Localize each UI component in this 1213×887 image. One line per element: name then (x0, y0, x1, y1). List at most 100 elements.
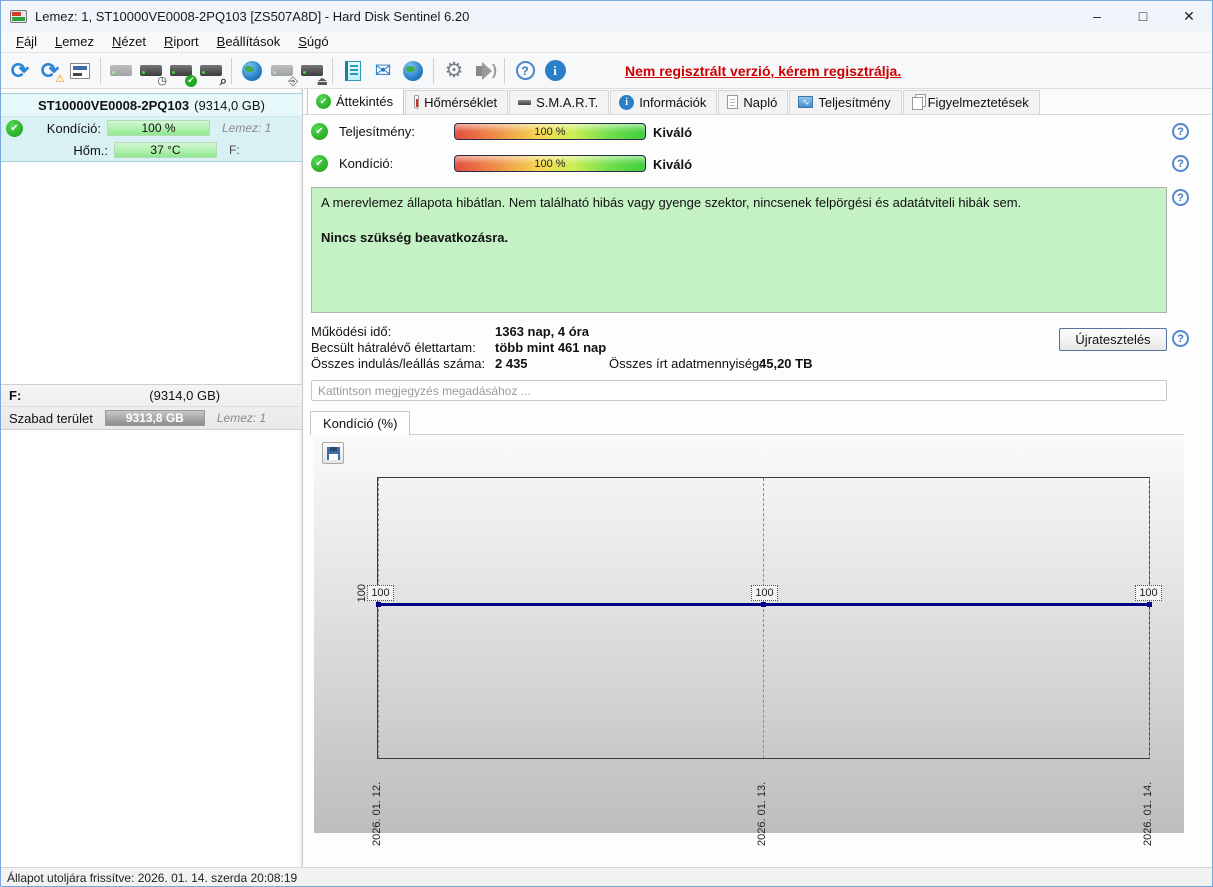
disk-number: Lemez: 1 (222, 121, 272, 135)
report-icon[interactable] (65, 56, 95, 86)
menu-report[interactable]: Riport (155, 32, 208, 51)
help-icon[interactable]: ? (510, 56, 540, 86)
start-stop-label: Összes indulás/leállás száma: (311, 356, 486, 371)
power-on-time-value: 1363 nap, 4 óra (495, 324, 589, 339)
comment-input[interactable]: Kattintson megjegyzés megadásához ... (311, 380, 1167, 401)
close-button[interactable]: ✕ (1166, 1, 1212, 31)
tab-overview[interactable]: Áttekintés (307, 89, 405, 114)
maximize-button[interactable]: □ (1120, 1, 1166, 31)
disk-remove-icon[interactable]: ⏏ (297, 56, 328, 87)
condition-history-chart: 100 100 100 100 2026. 01. 12. 2026. 01. … (314, 434, 1184, 846)
toolbar-separator (100, 57, 101, 84)
tab-label: Áttekintés (336, 93, 394, 109)
condition-rating: Kiváló (653, 157, 693, 172)
disk-ok-status-icon (6, 119, 23, 137)
chart-tab-condition[interactable]: Kondíció (%) (310, 411, 411, 435)
performance-row: Teljesítmény: (311, 123, 415, 140)
x-axis-tick: 2026. 01. 13. (756, 781, 768, 846)
app-icon (10, 9, 27, 23)
start-stop-value: 2 435 (495, 356, 528, 371)
toolbar-separator (231, 57, 232, 84)
minimize-button[interactable]: – (1074, 1, 1120, 31)
menu-file[interactable]: Fájl (7, 32, 46, 51)
temperature-bar: 37 °C (114, 142, 217, 158)
tab-label: Napló (743, 94, 778, 110)
register-link[interactable]: Nem regisztrált verzió, kérem regisztrál… (625, 63, 901, 79)
tab-log[interactable]: Napló (718, 90, 789, 114)
x-axis-tick: 2026. 01. 14. (1142, 781, 1154, 846)
performance-rating: Kiváló (653, 125, 693, 140)
power-on-time-label: Működési idő: (311, 324, 392, 339)
menu-disk[interactable]: Lemez (46, 32, 103, 51)
tab-information[interactable]: i Információk (610, 90, 718, 114)
help-icon[interactable]: ? (1172, 330, 1189, 347)
tab-alerts[interactable]: Figyelmeztetések (902, 90, 1040, 114)
value-label: 100 (367, 585, 394, 601)
check-icon (316, 93, 331, 109)
free-space-label: Szabad terület (9, 410, 93, 426)
value-label: 100 (1135, 585, 1162, 601)
help-icon[interactable]: ? (1172, 155, 1189, 172)
info-icon[interactable]: i (540, 56, 570, 86)
smart-icon (518, 99, 532, 105)
condition-meter: 100 % (454, 155, 646, 172)
gridline (378, 478, 379, 758)
performance-meter: 100 % (454, 123, 646, 140)
condition-label: Kondíció: (339, 156, 394, 171)
refresh-icon[interactable]: ⟳ (5, 56, 35, 86)
health-status-text: A merevlemez állapota hibátlan. Nem talá… (321, 195, 1022, 210)
retest-button[interactable]: Újratesztelés (1059, 328, 1167, 351)
disk-clock-icon[interactable]: ◷ (136, 56, 167, 86)
tab-temperature[interactable]: Hőmérséklet (405, 90, 509, 114)
tab-label: S.M.A.R.T. (536, 94, 599, 110)
lifetime-value: több mint 461 nap (495, 340, 607, 355)
help-icon[interactable]: ? (1172, 189, 1189, 206)
title-bar: Lemez: 1, ST10000VE0008-2PQ103 [ZS507A8D… (1, 1, 1212, 31)
toolbar-separator (332, 57, 333, 84)
menu-view[interactable]: Nézet (103, 32, 155, 51)
y-axis-tick: 100 (356, 584, 368, 603)
status-bar: Állapot utoljára frissítve: 2026. 01. 14… (1, 867, 1212, 886)
disk-offline-icon[interactable] (106, 56, 136, 86)
disk-card[interactable]: ST10000VE0008-2PQ103 (9314,0 GB) Kondíci… (1, 93, 302, 162)
partition-capacity: (9314,0 GB) (149, 388, 221, 403)
disk-ok-icon[interactable]: ✔ (166, 56, 197, 87)
condition-label: Kondíció: (46, 120, 101, 136)
refresh-warning-icon[interactable]: ⟳ ⚠ (35, 56, 65, 86)
menu-settings[interactable]: Beállítások (208, 32, 290, 51)
partition-card[interactable]: F: (9314,0 GB) Szabad terület 9313,8 GB … (1, 384, 302, 430)
settings-gear-icon[interactable]: ⚙ (439, 56, 469, 86)
condition-row: Kondíció: (311, 155, 393, 172)
tab-label: Információk (639, 94, 707, 110)
sound-icon[interactable] (469, 56, 499, 86)
app-window: Lemez: 1, ST10000VE0008-2PQ103 [ZS507A8D… (0, 0, 1213, 887)
page-icon (727, 95, 739, 109)
disk-search-icon[interactable]: ⌕ (196, 56, 227, 87)
toolbar-separator (504, 57, 505, 84)
partition-letter: F: (9, 388, 22, 403)
tab-performance[interactable]: ∿ Teljesítmény (789, 90, 902, 114)
data-point (761, 602, 766, 607)
x-axis-tick: 2026. 01. 12. (371, 781, 383, 846)
tab-bar: Áttekintés Hőmérséklet S.M.A.R.T. i Info… (303, 89, 1212, 115)
thermometer-icon (414, 95, 420, 109)
log-icon[interactable] (338, 56, 368, 86)
data-point (1147, 602, 1152, 607)
chart-icon: ∿ (798, 96, 814, 108)
free-space-bar: 9313,8 GB (104, 410, 205, 426)
network-sound-icon[interactable] (398, 56, 428, 86)
email-icon[interactable]: ✉ (368, 56, 398, 86)
data-point (376, 602, 381, 607)
menu-bar: Fájl Lemez Nézet Riport Beállítások Súgó (1, 31, 1212, 53)
network-disk-icon[interactable] (237, 56, 267, 86)
check-icon (311, 123, 328, 140)
disk-sidebar: ST10000VE0008-2PQ103 (9314,0 GB) Kondíci… (1, 89, 303, 867)
disk-model: ST10000VE0008-2PQ103 (38, 97, 190, 113)
menu-help[interactable]: Súgó (289, 32, 337, 51)
health-status-advice: Nincs szükség beavatkozásra. (321, 230, 509, 245)
save-chart-button[interactable] (322, 442, 344, 464)
help-icon[interactable]: ? (1172, 123, 1189, 140)
disk-usb-icon[interactable]: ⎆ (267, 56, 298, 87)
toolbar: ⟳ ⟳⚠ ◷ ✔ ⌕ ⎆ ⏏ ✉ ⚙ ? i Nem regisztrált v… (1, 53, 1212, 89)
tab-smart[interactable]: S.M.A.R.T. (509, 90, 610, 114)
